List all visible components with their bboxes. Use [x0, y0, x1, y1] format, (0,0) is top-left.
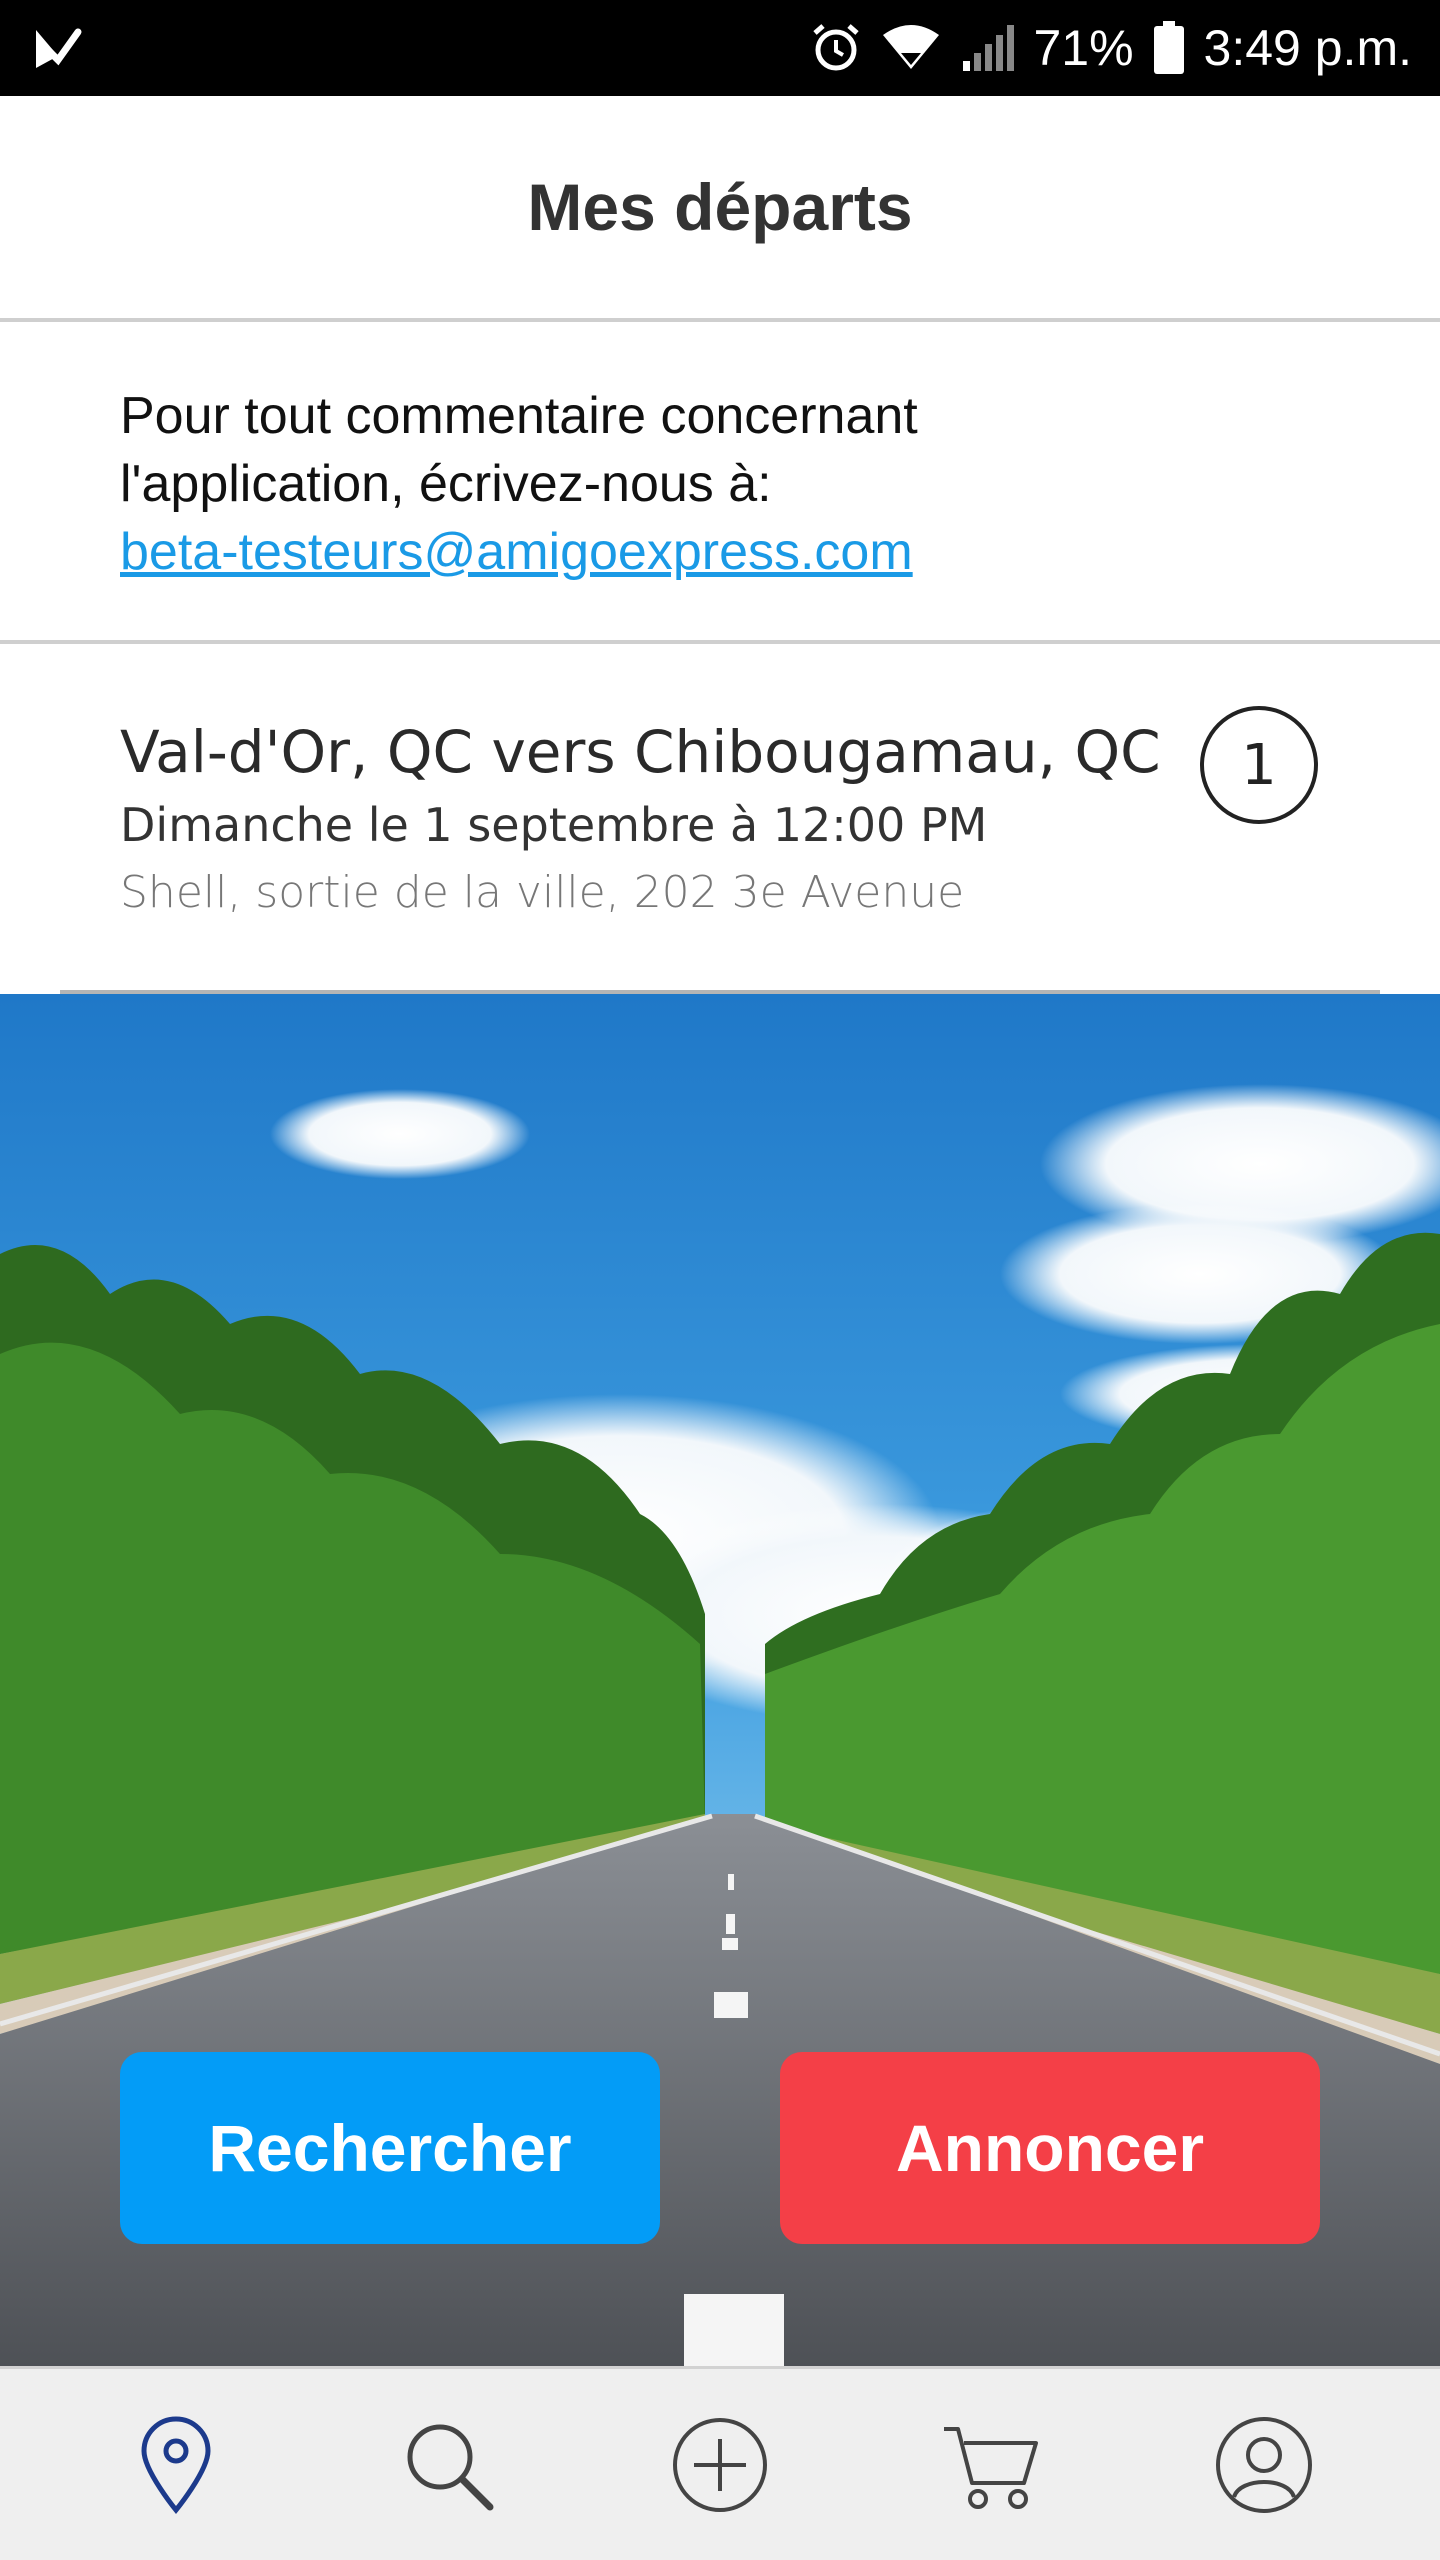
feedback-line-1: Pour tout commentaire concernant	[120, 387, 918, 445]
signal-icon	[963, 25, 1015, 71]
page-header: Mes départs	[0, 96, 1440, 322]
nav-post[interactable]	[655, 2400, 785, 2530]
status-bar: 71% 3:49 p.m.	[0, 0, 1440, 96]
departure-place: Shell, sortie de la ville, 202 3e Avenue	[120, 867, 965, 918]
app-screen: 71% 3:49 p.m. Mes départs Pour tout comm…	[0, 0, 1440, 2560]
plus-circle-icon	[673, 2417, 767, 2512]
app-notification-icon	[36, 28, 82, 68]
cart-icon	[944, 2426, 1038, 2509]
feedback-email-link[interactable]: beta-testeurs@amigoexpress.com	[120, 523, 913, 581]
user-icon	[1216, 2416, 1312, 2513]
alarm-icon	[813, 24, 860, 71]
departure-count-badge: 1	[1200, 706, 1318, 824]
nav-search[interactable]	[383, 2400, 513, 2530]
search-button[interactable]: Rechercher	[120, 2052, 660, 2244]
feedback-line-2: l'application, écrivez-nous à:	[120, 455, 772, 513]
battery-icon	[1153, 21, 1184, 74]
nav-cart[interactable]	[927, 2400, 1057, 2530]
feedback-notice: Pour tout commentaire concernant l'appli…	[0, 322, 1440, 644]
page-title: Mes départs	[527, 170, 913, 244]
clock-time: 3:49 p.m.	[1203, 20, 1412, 76]
nav-profile[interactable]	[1199, 2400, 1329, 2530]
departure-list-item[interactable]: Val-d'Or, QC vers Chibougamau, QC Dimanc…	[0, 644, 1440, 994]
search-icon	[407, 2424, 494, 2510]
wifi-icon	[883, 25, 940, 69]
battery-percent: 71%	[1033, 20, 1134, 76]
nav-my-departures[interactable]	[111, 2400, 241, 2530]
post-ride-button[interactable]: Annoncer	[780, 2052, 1320, 2244]
map-pin-icon	[141, 2416, 211, 2514]
bottom-navigation	[0, 2366, 1440, 2560]
